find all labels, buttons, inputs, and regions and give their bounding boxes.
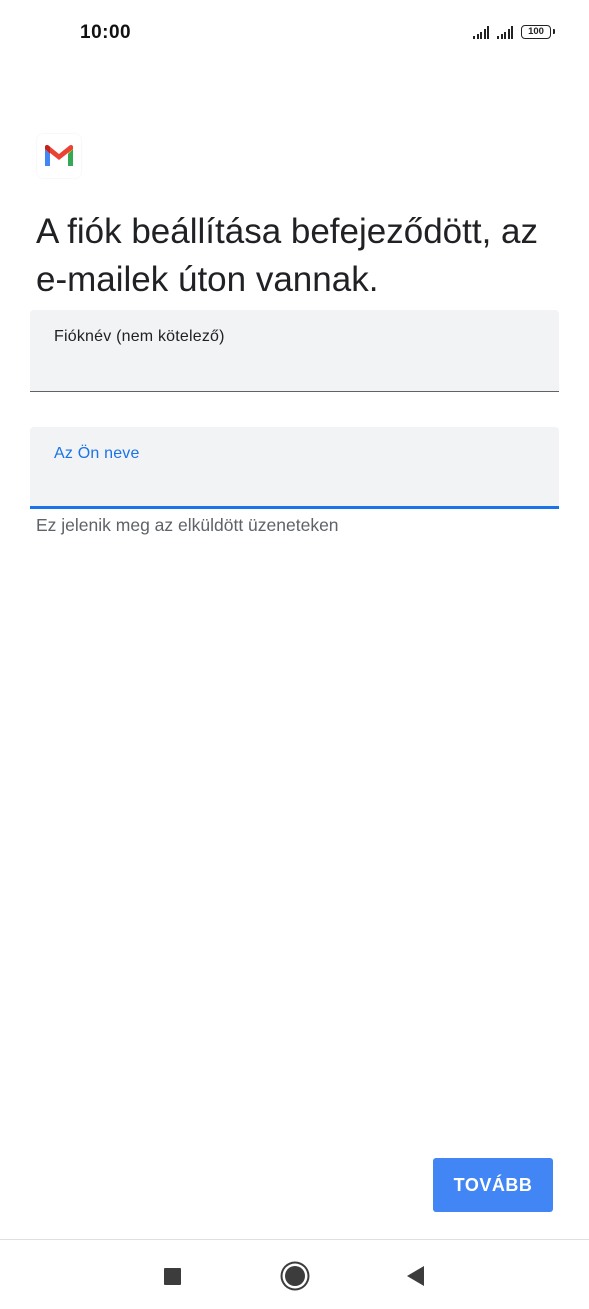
gmail-logo-icon [37,134,81,178]
account-name-input[interactable] [54,354,534,380]
signal-icon [497,25,513,39]
screen: 10:00 100 A fiók beállítása befejeződött… [0,0,589,1309]
page-title: A fiók beállítása befejeződött, az e-mai… [36,212,538,299]
signal-icon [473,25,489,39]
navigation-bar [0,1240,589,1309]
your-name-input[interactable] [54,471,534,497]
recent-apps-button[interactable] [150,1254,194,1298]
back-icon [406,1266,424,1286]
your-name-helper-text: Ez jelenik meg az elküldött üzeneteken [36,515,339,535]
home-icon [285,1266,305,1286]
your-name-field[interactable]: Az Ön neve [30,427,559,509]
recent-apps-icon [163,1267,181,1285]
home-button[interactable] [273,1254,317,1298]
account-name-field[interactable]: Fióknév (nem kötelező) [30,310,559,392]
next-button[interactable]: TOVÁBB [433,1158,553,1212]
back-button[interactable] [393,1254,437,1298]
battery-icon: 100 [521,25,555,39]
status-time: 10:00 [80,22,132,43]
status-bar: 10:00 100 [0,0,589,68]
your-name-label: Az Ön neve [54,445,140,462]
account-name-label: Fióknév (nem kötelező) [54,328,225,345]
status-icons: 100 [473,25,555,39]
